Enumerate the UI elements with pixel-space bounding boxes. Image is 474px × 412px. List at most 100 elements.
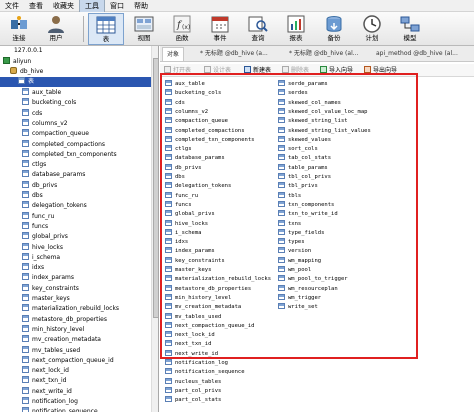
new-table-button[interactable]: 新建表 [244,65,271,76]
object-table-item[interactable]: next_txn_id [165,340,283,348]
object-table-item[interactable]: version [278,247,396,255]
toolbar-connect-button[interactable]: 连接 [1,13,37,45]
toolbar-user-button[interactable]: 用户 [38,13,74,45]
tab-query-1[interactable]: * 无标题 @db_hive (a... [196,47,272,61]
tree-table-item[interactable]: key_constraints [0,283,158,294]
object-table-item[interactable]: completed_compactions [165,126,283,135]
object-table-item[interactable]: completed_txn_components [165,135,283,144]
toolbar-view-button[interactable]: 视图 [126,13,162,45]
object-table-item[interactable]: notification_sequence [165,368,283,376]
object-table-item[interactable]: types [278,238,396,246]
tree-table-item[interactable]: compaction_queue [0,129,158,139]
tree-table-item[interactable]: db_privs [0,180,158,191]
object-table-item[interactable]: wm_pool_to_trigger [278,275,396,283]
tree-table-item[interactable]: columns_v2 [0,118,158,129]
object-table-item[interactable]: skewed_values [278,135,396,144]
object-table-item[interactable]: nucleus_tables [165,377,283,386]
tab-api-method[interactable]: api_method @db_hive (al... [372,47,462,61]
object-table-item[interactable]: delegation_tokens [165,182,283,190]
menu-favorites[interactable]: 收藏夹 [48,0,79,12]
object-table-item[interactable]: next_lock_id [165,331,283,339]
tree-connection-row[interactable]: 127.0.0.1 [0,46,158,56]
tree-table-item[interactable]: dbs [0,191,158,201]
object-table-item[interactable]: db_privs [165,163,283,172]
object-table-item[interactable]: ctlgs [165,145,283,153]
object-table-item[interactable]: skewed_col_value_loc_map [278,107,396,116]
object-table-item[interactable]: hive_locks [165,219,283,228]
tab-query-2[interactable]: * 无标题 @db_hive (al... [285,47,362,61]
tree-database-row[interactable]: db_hive [0,67,158,77]
tree-table-item[interactable]: min_history_level [0,324,158,335]
object-table-item[interactable]: tbl_col_privs [278,173,396,181]
menu-view[interactable]: 查看 [24,0,48,12]
object-table-item[interactable]: skewed_string_list [278,117,396,125]
toolbar-schedule-button[interactable]: 计划 [354,13,390,45]
object-table-item[interactable]: part_col_privs [165,386,283,395]
object-table-item[interactable]: mv_creation_metadata [165,303,283,311]
object-table-item[interactable]: serde_params [278,80,396,88]
tree-table-item[interactable]: materialization_rebuild_locks [0,304,158,314]
object-table-item[interactable]: table_params [278,163,396,172]
object-table-item[interactable]: serdes [278,89,396,97]
tree-table-item[interactable]: next_txn_id [0,376,158,386]
object-table-item[interactable]: compaction_queue [165,117,283,125]
tree-table-item[interactable]: hive_locks [0,242,158,253]
tree-table-item[interactable]: mv_creation_metadata [0,335,158,345]
menu-window[interactable]: 窗口 [105,0,129,12]
object-table-item[interactable]: metastore_db_properties [165,284,283,293]
object-table-item[interactable]: mv_tables_used [165,312,283,321]
object-table-item[interactable]: type_fields [278,228,396,237]
tree-scrollbar-thumb[interactable] [153,58,158,318]
design-table-button[interactable]: 设计表 [204,65,231,76]
toolbar-function-button[interactable]: f (x) 函数 [164,13,200,45]
toolbar-model-button[interactable]: 模型 [392,13,428,45]
toolbar-event-button[interactable]: 事件 [202,13,238,45]
tree-tables-node[interactable]: 表 [0,77,158,87]
tree-table-item[interactable]: global_privs [0,232,158,242]
tree-table-item[interactable]: funcs [0,221,158,232]
object-table-item[interactable]: skewed_col_names [278,98,396,107]
tree-table-item[interactable]: next_compaction_queue_id [0,355,158,366]
object-table-item[interactable]: aux_table [165,80,283,88]
object-table-item[interactable]: key_constraints [165,256,283,265]
tree-table-item[interactable]: notification_log [0,397,158,407]
object-table-item[interactable]: i_schema [165,228,283,237]
toolbar-backup-button[interactable]: 备份 [316,13,352,45]
object-table-item[interactable]: index_params [165,247,283,255]
tree-table-item[interactable]: next_write_id [0,386,158,397]
object-table-item[interactable]: skewed_string_list_values [278,126,396,135]
tree-table-item[interactable]: metastore_db_properties [0,314,158,325]
object-table-item[interactable]: funcs [165,200,283,209]
toolbar-query-button[interactable]: 查询 [240,13,276,45]
tree-table-item[interactable]: mv_tables_used [0,345,158,356]
object-table-item[interactable]: database_params [165,154,283,162]
tree-table-item[interactable]: database_params [0,170,158,180]
object-table-item[interactable]: write_set [278,303,396,311]
object-table-item[interactable]: idxs [165,238,283,246]
export-wizard-button[interactable]: 导出向导 [364,65,397,76]
object-table-item[interactable]: txn_components [278,200,396,209]
object-table-item[interactable]: next_write_id [165,349,283,358]
tree-table-item[interactable]: cds [0,108,158,119]
tree-table-item[interactable]: completed_txn_components [0,149,158,160]
open-table-button[interactable]: 打开表 [164,65,191,76]
tab-objects[interactable]: 对象 [162,47,185,61]
tree-table-item[interactable]: ctlgs [0,160,158,170]
toolbar-table-button[interactable]: 表 [88,13,124,45]
menu-file[interactable]: 文件 [0,0,24,12]
object-table-item[interactable]: min_history_level [165,293,283,302]
object-table-item[interactable]: wm_resourceplan [278,284,396,293]
object-table-item[interactable]: notification_log [165,359,283,367]
tree-table-item[interactable]: idxs [0,263,158,273]
tree-table-item[interactable]: func_ru [0,211,158,222]
object-table-item[interactable]: columns_v2 [165,107,283,116]
object-table-item[interactable]: master_keys [165,266,283,274]
object-table-item[interactable]: wm_pool [278,266,396,274]
import-wizard-button[interactable]: 导入向导 [320,65,353,76]
object-table-item[interactable]: txn_to_write_id [278,210,396,218]
object-table-item[interactable]: next_compaction_queue_id [165,321,283,330]
tree-table-item[interactable]: bucketing_cols [0,98,158,108]
object-table-item[interactable]: tab_col_stats [278,154,396,162]
tree-table-item[interactable]: index_params [0,273,158,283]
object-table-item[interactable]: part_col_stats [165,396,283,404]
